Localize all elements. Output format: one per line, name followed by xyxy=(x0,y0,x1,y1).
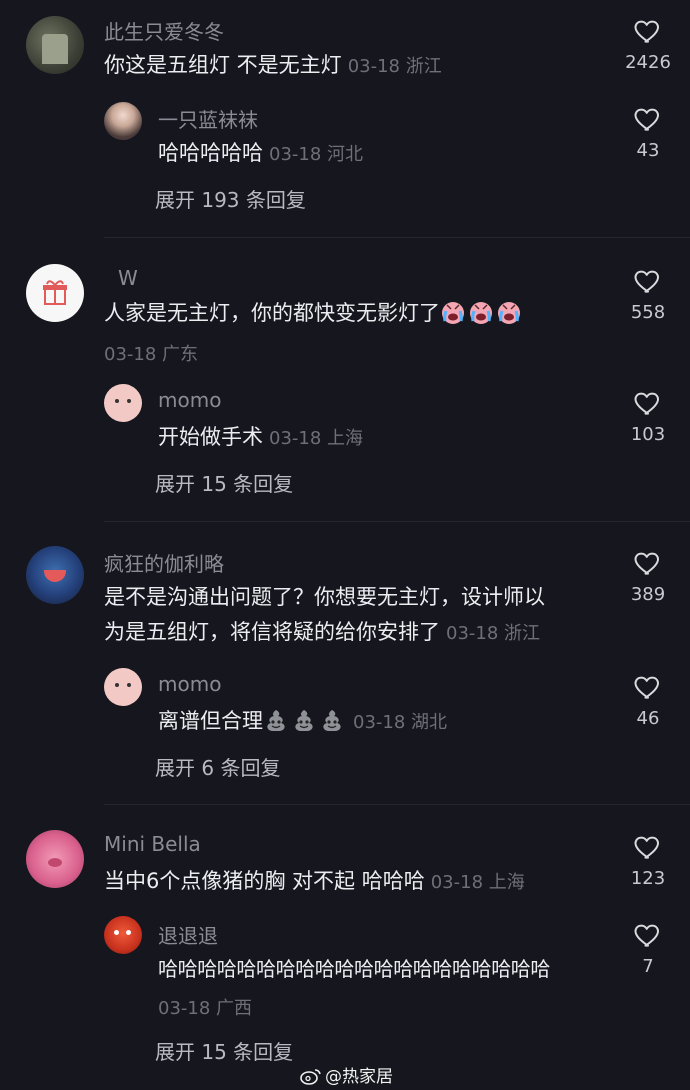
reply-author[interactable]: 一只蓝袜袜 xyxy=(158,104,258,133)
comment-body: 你这是五组灯 不是无主灯 xyxy=(104,53,342,77)
comment-body: 当中6个点像猪的胸 对不起 哈哈哈 xyxy=(104,869,425,893)
like-count: 389 xyxy=(630,584,666,605)
heart-outline-icon xyxy=(633,920,663,950)
comment-meta: 03-18 浙江 xyxy=(347,56,442,77)
comment-body-line: 是不是沟通出问题了？你想要无主灯，设计师以 xyxy=(104,585,545,609)
like-count: 2426 xyxy=(625,52,671,73)
heart-outline-icon xyxy=(633,388,663,418)
avatar[interactable] xyxy=(26,16,84,74)
comment-meta: 03-18 广东 xyxy=(104,344,199,365)
expand-replies-link[interactable]: 展开 15 条回复 xyxy=(155,1036,293,1065)
reply-like-button[interactable]: 103 xyxy=(618,388,678,445)
reply-like-button[interactable]: 43 xyxy=(618,104,678,161)
comment-body: 人家是无主灯，你的都快变无影灯了 xyxy=(104,301,440,325)
expand-replies-link[interactable]: 展开 15 条回复 xyxy=(155,468,293,497)
like-count: 7 xyxy=(642,956,654,977)
comment-author[interactable]: Mini Bella xyxy=(104,832,201,856)
reply-author[interactable]: 退退退 xyxy=(158,920,218,949)
reply-body: 离谱但合理 xyxy=(158,709,263,733)
avatar[interactable] xyxy=(26,830,84,888)
comment-item: 此生只爱冬冬 你这是五组灯 不是无主灯 03-18 浙江 2426 一只蓝袜袜 哈… xyxy=(0,0,690,240)
like-count: 103 xyxy=(630,424,666,445)
crying-emoji-icon xyxy=(496,299,522,325)
reply-text: 哈哈哈哈哈 03-18 河北 xyxy=(158,136,363,172)
reply-avatar[interactable] xyxy=(104,102,142,140)
heart-outline-icon xyxy=(633,104,663,134)
watermark: @热家居 xyxy=(300,1062,393,1087)
crying-emoji-icon xyxy=(440,299,466,325)
reply-avatar[interactable] xyxy=(104,384,142,422)
reply-author[interactable]: momo xyxy=(158,388,221,412)
avatar[interactable] xyxy=(26,264,84,322)
grey-poop-emoji-icon xyxy=(263,707,289,733)
reply-meta: 03-18 上海 xyxy=(269,428,364,449)
divider xyxy=(104,521,690,522)
like-count: 123 xyxy=(630,868,666,889)
reply-body: 哈哈哈哈哈 xyxy=(158,141,263,165)
reply-text: 哈哈哈哈哈哈哈哈哈哈哈哈哈哈哈哈哈哈哈哈 xyxy=(158,957,550,981)
reply-text: 开始做手术 03-18 上海 xyxy=(158,420,363,456)
reply-body: 开始做手术 xyxy=(158,425,263,449)
comment-text: 是不是沟通出问题了？你想要无主灯，设计师以 为是五组灯，将信将疑的给你安排了 03… xyxy=(104,580,545,651)
comment-author[interactable]: 疯狂的伽利略 xyxy=(104,548,224,577)
like-button[interactable]: 389 xyxy=(618,548,678,605)
comment-author[interactable]: W xyxy=(118,266,138,290)
divider xyxy=(104,237,690,238)
reply-avatar[interactable] xyxy=(104,668,142,706)
reply-avatar[interactable] xyxy=(104,916,142,954)
heart-outline-icon xyxy=(633,672,663,702)
comment-meta: 03-18 浙江 xyxy=(446,623,541,644)
like-button[interactable]: 123 xyxy=(618,832,678,889)
reply-like-button[interactable]: 46 xyxy=(618,672,678,729)
reply-meta: 03-18 河北 xyxy=(269,144,364,165)
heart-outline-icon xyxy=(633,266,663,296)
reply-author[interactable]: momo xyxy=(158,672,221,696)
comment-text: 人家是无主灯，你的都快变无影灯了 xyxy=(104,296,524,331)
like-count: 46 xyxy=(636,708,660,729)
heart-outline-icon xyxy=(633,548,663,578)
reply-meta: 03-18 湖北 xyxy=(353,712,448,733)
divider xyxy=(104,804,690,805)
expand-replies-link[interactable]: 展开 6 条回复 xyxy=(155,752,280,781)
watermark-text: @热家居 xyxy=(325,1067,393,1087)
comment-text: 你这是五组灯 不是无主灯 03-18 浙江 xyxy=(104,48,442,84)
like-button[interactable]: 558 xyxy=(618,266,678,323)
heart-outline-icon xyxy=(633,16,663,46)
comment-text: 当中6个点像猪的胸 对不起 哈哈哈 03-18 上海 xyxy=(104,864,525,900)
comment-meta: 03-18 上海 xyxy=(430,872,525,893)
crying-emoji-icon xyxy=(468,299,494,325)
reply-like-button[interactable]: 7 xyxy=(618,920,678,977)
reply-text: 离谱但合理 03-18 湖北 xyxy=(158,704,447,740)
like-count: 43 xyxy=(636,140,660,161)
comment-author[interactable]: 此生只爱冬冬 xyxy=(104,16,224,45)
heart-outline-icon xyxy=(633,832,663,862)
expand-replies-link[interactable]: 展开 193 条回复 xyxy=(155,184,306,213)
reply-meta: 03-18 广西 xyxy=(158,998,253,1019)
like-count: 558 xyxy=(630,302,666,323)
gift-icon xyxy=(43,280,67,305)
avatar[interactable] xyxy=(26,546,84,604)
weibo-logo-icon xyxy=(300,1069,321,1085)
comment-body-line: 为是五组灯，将信将疑的给你安排了 xyxy=(104,620,440,644)
grey-poop-emoji-icon xyxy=(291,707,317,733)
like-button[interactable]: 2426 xyxy=(618,16,678,73)
grey-poop-emoji-icon xyxy=(319,707,345,733)
